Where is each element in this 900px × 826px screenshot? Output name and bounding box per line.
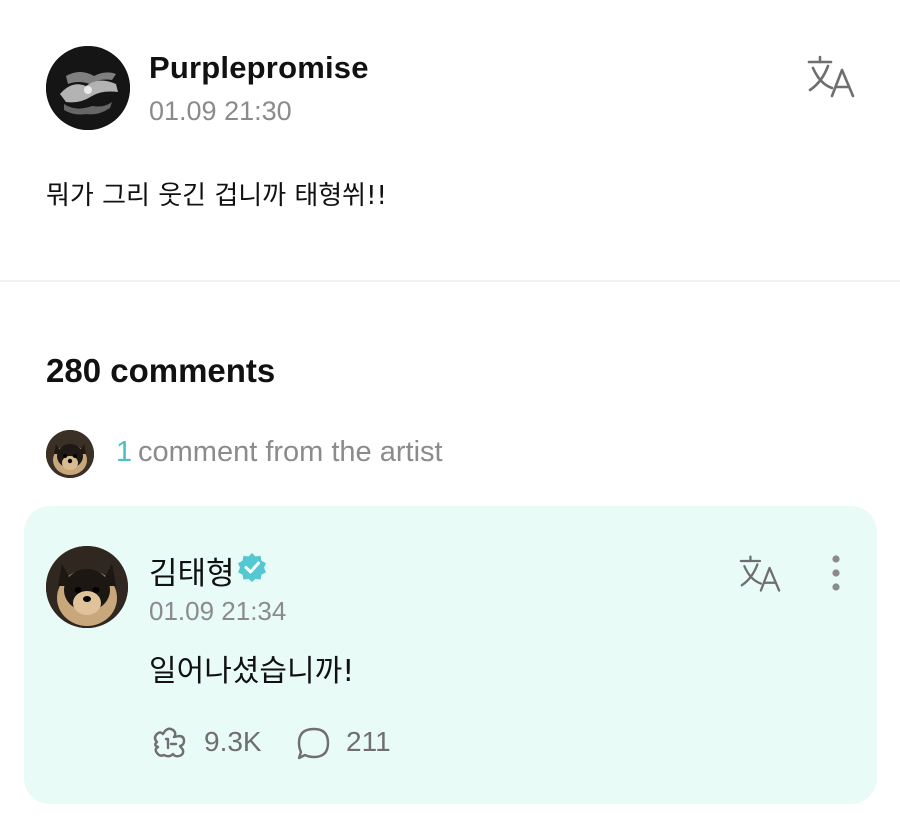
comment-author-name[interactable]: 김태형 [149,548,235,593]
divider [0,280,900,282]
artist-comment-label: comment from the artist [138,436,443,468]
like-count: 9.3K [204,726,262,757]
comment-timestamp: 01.09 21:34 [149,596,287,626]
like-icon [149,726,189,760]
reply-icon [296,726,332,762]
comment-text: 일어나셨습니까! [149,654,355,689]
post-header: Purplepromise 01.09 21:30 [46,46,856,136]
translate-icon[interactable] [806,54,856,100]
comments-count-heading: 280 comments [46,352,276,389]
verified-badge-icon [237,552,267,582]
reply-count: 211 [346,726,391,757]
artist-comments-filter[interactable]: 1 comment from the artist [46,430,646,478]
artist-comment-count: 1 [116,436,133,468]
post-timestamp: 01.09 21:30 [149,96,292,126]
comment-translate-icon[interactable] [736,554,784,594]
reply-button[interactable]: 211 [296,724,426,764]
post-body-text: 뭐가 그리 웃긴 겁니까 태형쒸!! [46,181,387,211]
post-author-name[interactable]: Purplepromise [149,50,369,86]
avatar-image [46,46,130,130]
more-vertical-icon[interactable] [824,550,848,596]
artist-comment-card[interactable]: 김태형 01.09 21:34 일어나셨습니까! 9.3K 211 [24,506,877,804]
avatar[interactable] [46,46,130,130]
artist-avatar [46,430,94,478]
like-button[interactable]: 9.3K [149,724,279,764]
comment-avatar[interactable] [46,546,128,628]
